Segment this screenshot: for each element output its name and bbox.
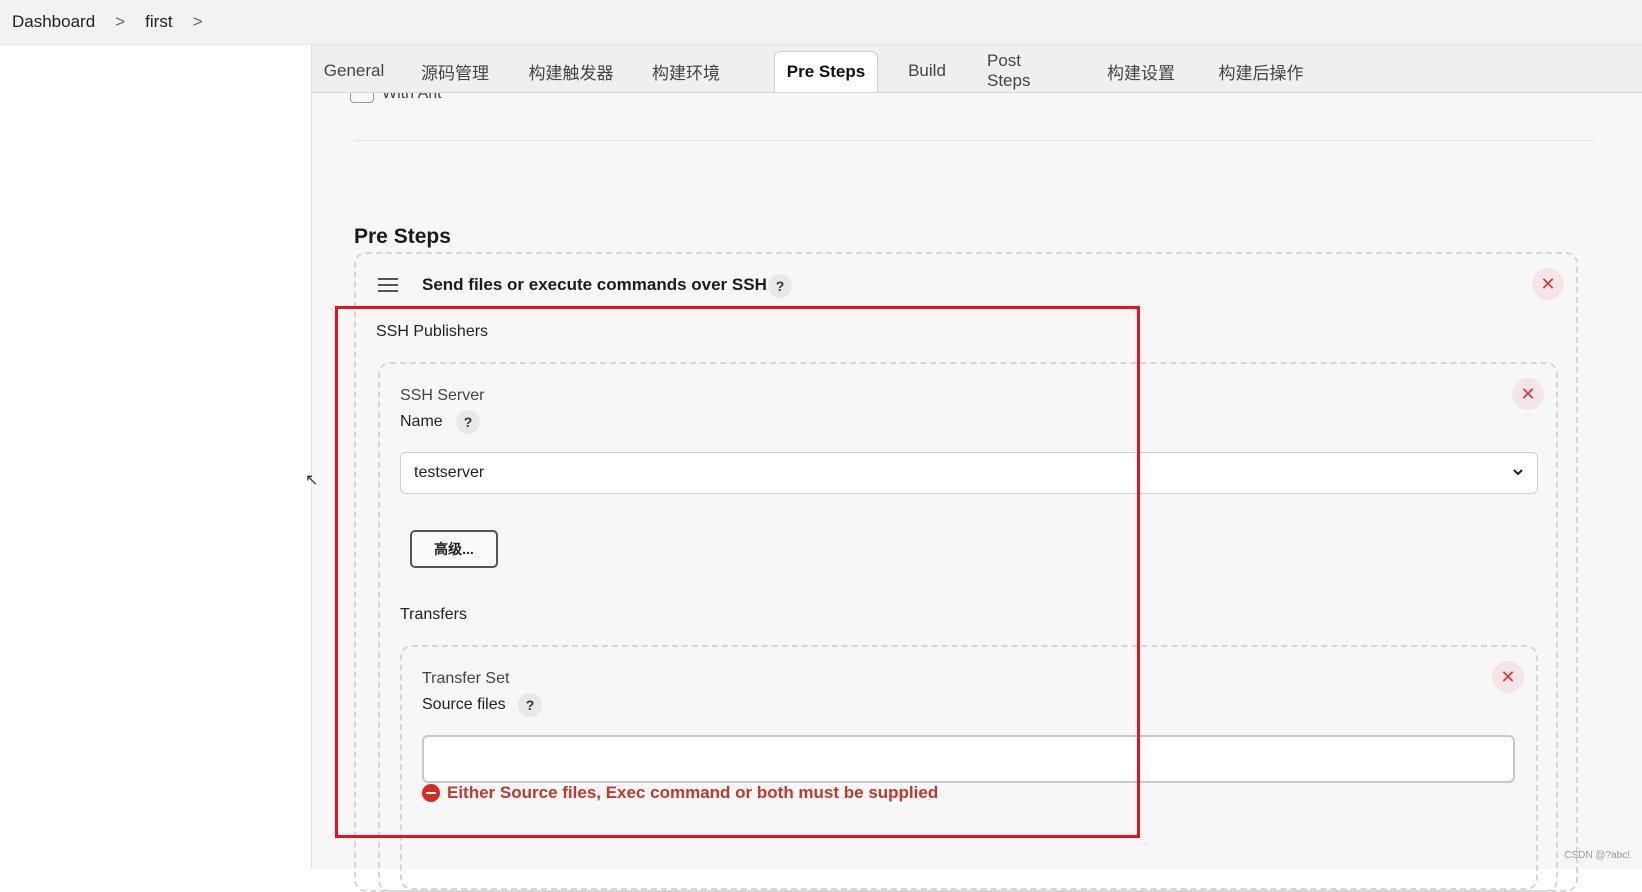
tab-build-settings[interactable]: 构建设置	[1105, 51, 1177, 91]
step-help-icon[interactable]: ?	[768, 274, 792, 298]
source-files-label: Source files	[422, 696, 506, 714]
section-title: Pre Steps	[354, 225, 451, 249]
transfers-label: Transfers	[400, 606, 467, 624]
advanced-button[interactable]: 高级...	[410, 530, 498, 568]
top-bar: Dashboard > first >	[0, 0, 1642, 45]
drag-handle-icon[interactable]	[378, 278, 398, 292]
tab-build-triggers[interactable]: 构建触发器	[527, 51, 615, 91]
source-files-input[interactable]	[422, 735, 1515, 783]
with-ant-checkbox[interactable]	[350, 93, 374, 103]
close-server-icon[interactable]: ✕	[1512, 378, 1544, 410]
transfer-set-label: Transfer Set	[422, 670, 509, 688]
chevron-down-icon	[1511, 465, 1525, 479]
watermark: CSDN @?abc!	[1564, 850, 1630, 861]
tab-build[interactable]: Build	[907, 51, 947, 91]
server-name-select[interactable]: testserver	[400, 452, 1538, 494]
ssh-server-section-label: SSH Server	[400, 387, 484, 405]
side-panel	[0, 45, 311, 869]
breadcrumb-dashboard[interactable]: Dashboard	[10, 12, 97, 32]
with-ant-option-partial: With Ant	[350, 93, 442, 103]
breadcrumb-first[interactable]: first	[143, 12, 174, 32]
tab-source-management[interactable]: 源码管理	[420, 51, 490, 91]
ssh-publishers-label: SSH Publishers	[376, 323, 488, 341]
server-name-help-icon[interactable]: ?	[456, 410, 480, 434]
tab-post-build-actions[interactable]: 构建后操作	[1217, 51, 1305, 91]
ssh-server-card: SSH Server Name ? ✕ testserver 高级... Tra…	[378, 362, 1558, 892]
config-main: General 源码管理 构建触发器 构建环境 Pre Steps Build …	[311, 45, 1642, 869]
breadcrumb: Dashboard > first >	[10, 6, 221, 38]
tab-post-steps[interactable]: Post Steps	[987, 51, 1065, 91]
error-icon	[422, 784, 440, 802]
validation-error: Either Source files, Exec command or bot…	[422, 783, 938, 803]
chevron-right-icon: >	[97, 12, 143, 32]
with-ant-label: With Ant	[382, 93, 442, 103]
section-divider	[354, 140, 1594, 141]
close-transfer-icon[interactable]: ✕	[1492, 661, 1524, 693]
source-files-help-icon[interactable]: ?	[518, 693, 542, 717]
ssh-step-card: Send files or execute commands over SSH …	[354, 252, 1578, 892]
close-step-icon[interactable]: ✕	[1532, 268, 1564, 300]
transfer-set-card: Transfer Set Source files ? ✕ Either Sou…	[400, 645, 1538, 890]
step-title: Send files or execute commands over SSH	[422, 275, 767, 295]
config-tabs: General 源码管理 构建触发器 构建环境 Pre Steps Build …	[312, 45, 1642, 93]
validation-error-text: Either Source files, Exec command or bot…	[447, 783, 938, 803]
tab-general[interactable]: General	[325, 51, 383, 91]
tab-pre-steps[interactable]: Pre Steps	[774, 51, 878, 92]
chevron-right-icon[interactable]: >	[175, 12, 221, 32]
tab-build-environment[interactable]: 构建环境	[651, 51, 721, 91]
mouse-cursor-icon: ↖	[305, 470, 318, 490]
server-name-selected: testserver	[414, 464, 484, 482]
server-name-label: Name	[400, 413, 443, 431]
